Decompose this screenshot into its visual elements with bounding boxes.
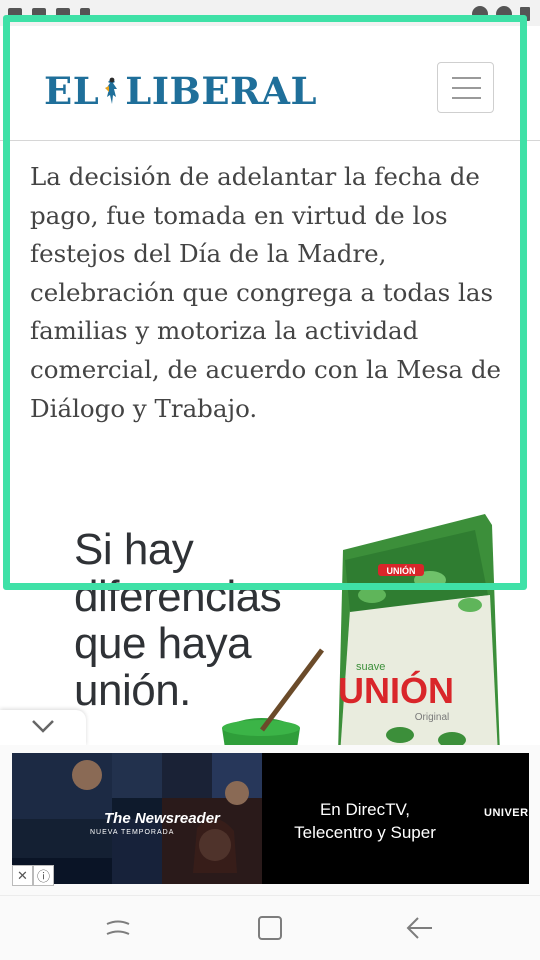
- status-icons-left: [8, 8, 90, 20]
- pack-variant-label: Original: [415, 712, 449, 723]
- banner-text-line: En DirecTV,: [319, 800, 411, 819]
- notification-icon: [8, 8, 22, 20]
- hamburger-icon: [452, 77, 481, 79]
- pack-brand-label: UNIÓN: [338, 669, 454, 711]
- banner-text: En DirecTV, Telecentro y Super: [284, 798, 446, 844]
- banner-creative[interactable]: The Newsreader NUEVA TEMPORADA En DirecT…: [12, 753, 529, 884]
- site-logo[interactable]: EL LIBERAL: [44, 70, 317, 112]
- article-paragraph: La decisión de adelantar la fecha de pag…: [30, 162, 502, 423]
- chevron-down-icon: [32, 720, 54, 733]
- wifi-icon: [496, 6, 512, 22]
- logo-text-right: LIBERAL: [125, 68, 317, 113]
- logo-text-left: EL: [44, 68, 100, 113]
- banner-text-line: Telecentro y Super: [294, 823, 436, 842]
- recents-icon[interactable]: [98, 908, 138, 948]
- home-icon[interactable]: [250, 908, 290, 948]
- show-subtitle: NUEVA TEMPORADA: [90, 829, 174, 836]
- info-icon[interactable]: ⓘ: [33, 865, 54, 886]
- notification-icon: [32, 8, 46, 20]
- status-icons-right: [472, 6, 530, 22]
- site-header: EL LIBERAL: [0, 26, 540, 141]
- close-icon[interactable]: ✕: [12, 865, 33, 886]
- cast-icon: [472, 6, 488, 22]
- hamburger-icon-bar: [452, 87, 481, 89]
- logo-emblem-icon: [101, 75, 123, 107]
- hamburger-icon-bar: [452, 97, 481, 99]
- menu-button[interactable]: [437, 62, 494, 113]
- system-nav-bar: [0, 895, 540, 960]
- ad-controls: ✕ ⓘ: [12, 865, 54, 886]
- collapse-ad-tab[interactable]: [0, 710, 86, 746]
- download-icon: [80, 8, 90, 20]
- banner-ad[interactable]: The Newsreader NUEVA TEMPORADA En DirecT…: [0, 745, 540, 895]
- show-title: The Newsreader: [104, 810, 221, 827]
- battery-icon: [520, 7, 530, 21]
- status-bar: [0, 0, 540, 26]
- pack-top-label: UNIÓN: [387, 565, 416, 576]
- back-arrow-icon[interactable]: [400, 908, 440, 948]
- message-icon: [56, 8, 70, 20]
- banner-brand-logo: UNIVERSAL+: [484, 807, 529, 819]
